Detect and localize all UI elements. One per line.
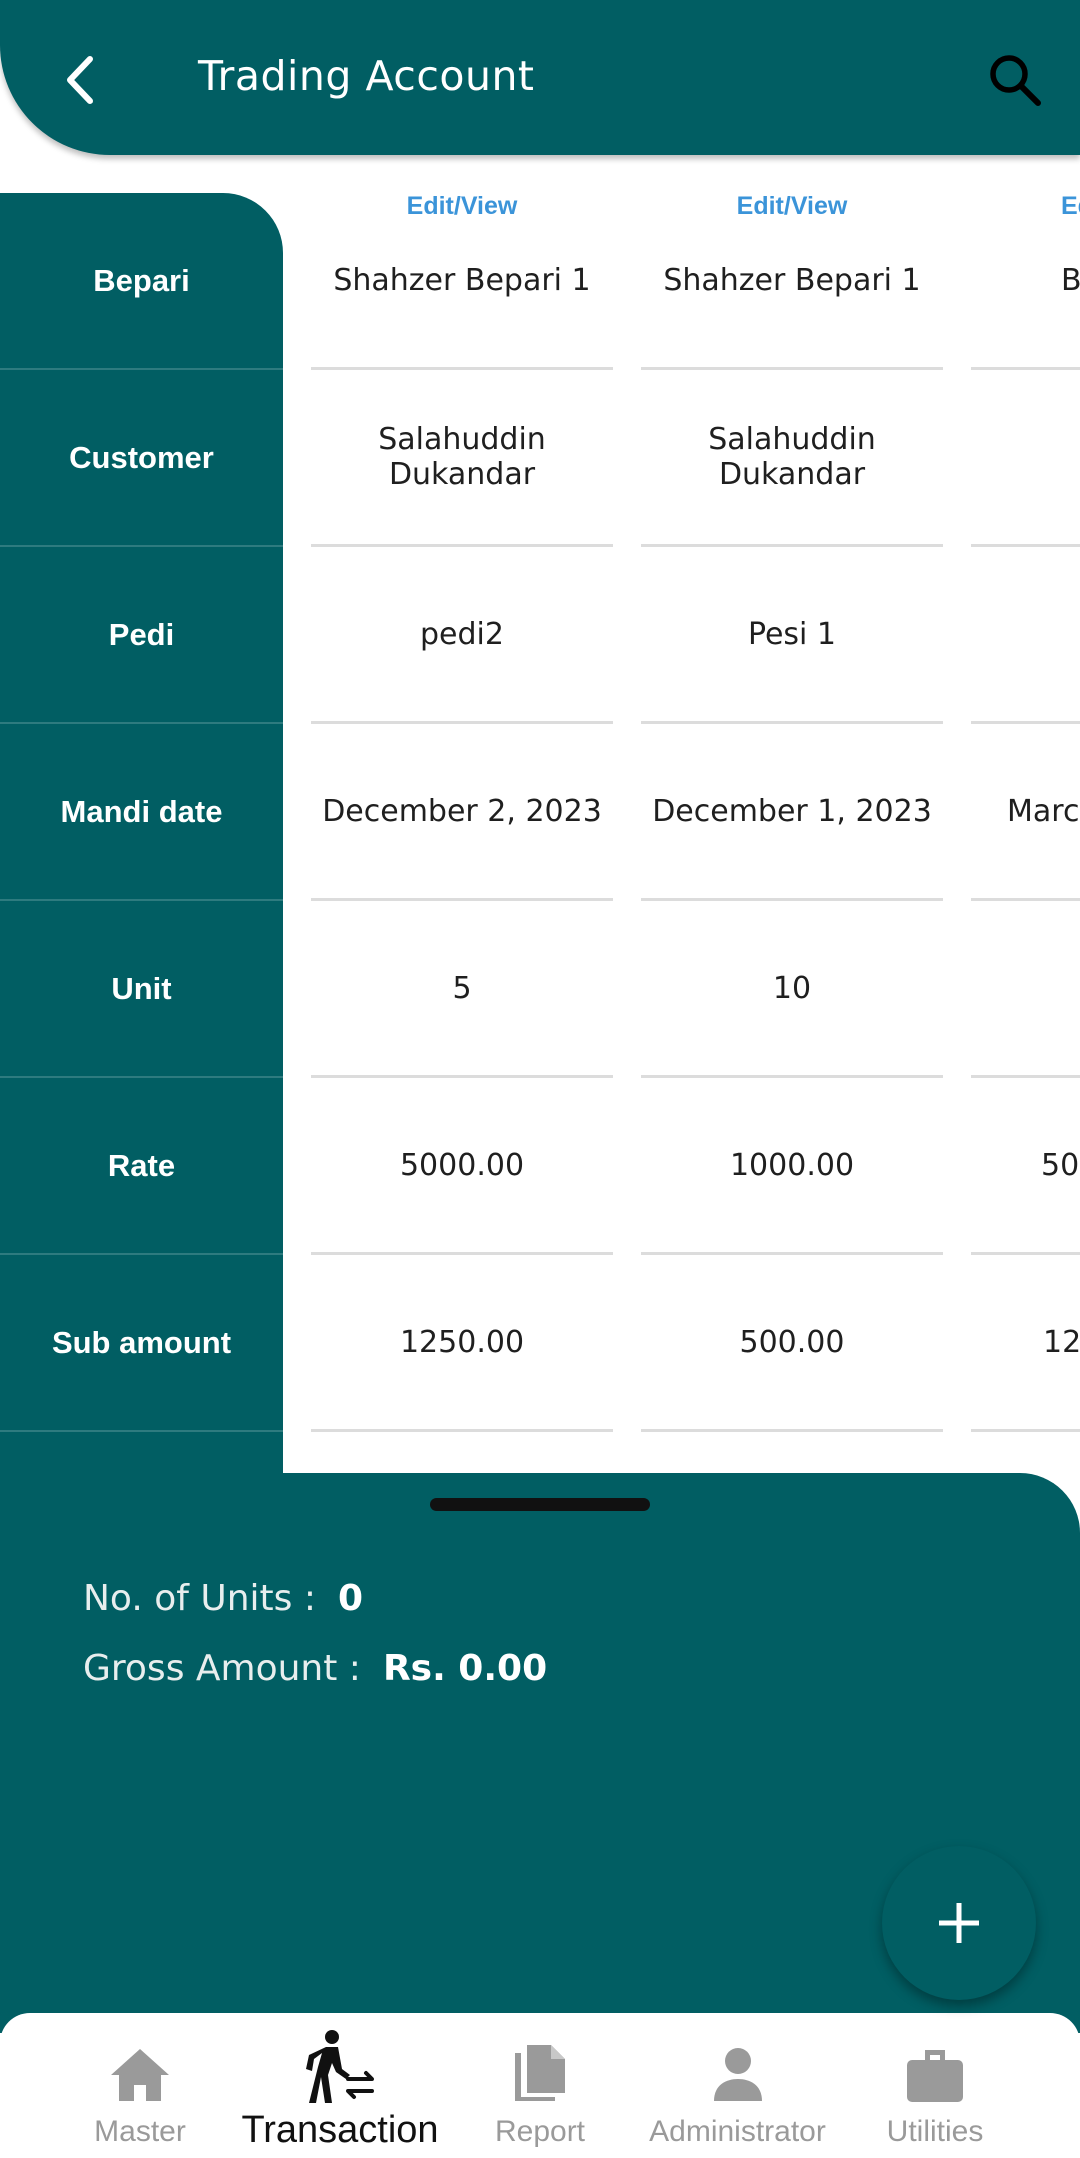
transaction-walk-icon — [306, 2030, 374, 2103]
cell-customer: Salahuddin Dukandar — [311, 370, 613, 547]
row-header-customer: Customer — [0, 370, 283, 547]
drag-handle[interactable] — [430, 1498, 650, 1511]
cell-customer — [971, 370, 1080, 547]
row-header-unit: Unit — [0, 901, 283, 1078]
cell-bepari: Shahzer Bepari 1 — [311, 193, 613, 370]
cell-sub-amount: 1250.00 — [311, 1255, 613, 1432]
search-icon — [990, 55, 1041, 106]
row-header-rate: Rate — [0, 1078, 283, 1255]
cell-rate: 5000.00 — [311, 1078, 613, 1255]
cell-rate: 1000.00 — [641, 1078, 943, 1255]
nav-item-transaction[interactable]: Transaction — [220, 2013, 460, 2158]
cell-customer: Salahuddin Dukandar — [641, 370, 943, 547]
cell-unit — [971, 901, 1080, 1078]
person-icon — [713, 2048, 762, 2101]
cell-mandi-date: December 2, 2023 — [311, 724, 613, 901]
chevron-left-icon — [67, 56, 93, 104]
cell-mandi-date: December 1, 2023 — [641, 724, 943, 901]
cell-pedi: Pesi 1 — [641, 547, 943, 724]
app-bar: Trading Account — [0, 0, 1080, 155]
home-icon — [111, 2049, 169, 2101]
row-header-column: Bepari Customer Pedi Mandi date Unit Rat… — [0, 193, 283, 1475]
cell-mandi-date: Marc — [971, 724, 1080, 901]
row-header-sub-amount: Sub amount — [0, 1255, 283, 1432]
nav-item-utilities[interactable]: Utilities — [855, 2013, 1015, 2158]
nav-label-transaction: Transaction — [241, 2109, 439, 2151]
row-header-pedi: Pedi — [0, 547, 283, 724]
bottom-navigation: Master Transaction Report Administrator … — [0, 2013, 1080, 2158]
cell-pedi: pedi2 — [311, 547, 613, 724]
search-button[interactable] — [980, 45, 1050, 115]
cell-unit: 10 — [641, 901, 943, 1078]
trading-table[interactable]: Bepari Customer Pedi Mandi date Unit Rat… — [0, 155, 1080, 1475]
plus-icon — [939, 1903, 979, 1943]
units-summary: No. of Units : 0 — [83, 1578, 363, 1619]
briefcase-icon — [907, 2050, 963, 2102]
nav-label-master: Master — [94, 2115, 186, 2148]
gross-amount-summary: Gross Amount : Rs. 0.00 — [83, 1648, 547, 1689]
cell-sub-amount: 125 — [971, 1255, 1080, 1432]
row-header-mandi-date: Mandi date — [0, 724, 283, 901]
add-button[interactable] — [882, 1846, 1036, 2000]
page-title: Trading Account — [198, 52, 535, 100]
units-value: 0 — [337, 1578, 364, 1619]
gross-amount-value: Rs. 0.00 — [382, 1648, 548, 1689]
cell-bepari: B — [971, 193, 1080, 370]
nav-item-report[interactable]: Report — [460, 2013, 620, 2158]
cell-unit: 5 — [311, 901, 613, 1078]
cell-rate: 500 — [971, 1078, 1080, 1255]
units-label: No. of Units : — [83, 1578, 316, 1619]
nav-item-administrator[interactable]: Administrator — [630, 2013, 845, 2158]
row-header-bepari: Bepari — [0, 193, 283, 370]
nav-label-utilities: Utilities — [886, 2115, 984, 2148]
cell-bepari: Shahzer Bepari 1 — [641, 193, 943, 370]
back-button[interactable] — [50, 45, 110, 115]
gross-amount-label: Gross Amount : — [83, 1648, 361, 1689]
cell-sub-amount: 500.00 — [641, 1255, 943, 1432]
nav-label-administrator: Administrator — [649, 2115, 826, 2148]
documents-icon — [515, 2045, 565, 2101]
cell-pedi — [971, 547, 1080, 724]
nav-label-report: Report — [494, 2115, 586, 2148]
nav-item-master[interactable]: Master — [60, 2013, 220, 2158]
